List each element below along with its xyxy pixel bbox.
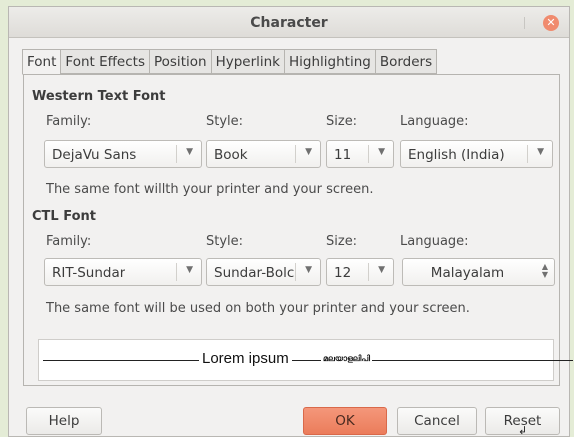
preview-baseline: [43, 360, 573, 361]
chevron-down-icon[interactable]: ▼: [537, 147, 544, 157]
tab-position[interactable]: Position: [149, 49, 212, 74]
ctl-font-note: The same font will be used on both your …: [46, 301, 470, 316]
combo-separator: [295, 263, 296, 281]
chevron-down-icon[interactable]: ▼: [378, 265, 385, 275]
western-language-label: Language:: [400, 114, 469, 129]
tab-hyperlink[interactable]: Hyperlink: [211, 49, 286, 74]
ctl-family-label: Family:: [46, 234, 92, 249]
title-bar[interactable]: Character ✕: [9, 7, 569, 38]
mouse-cursor-icon: ↲: [518, 424, 528, 437]
ctl-language-value: Malayalam: [430, 265, 505, 281]
combo-separator: [527, 145, 528, 163]
western-family-value: DejaVu Sans: [52, 147, 137, 163]
ctl-language-label: Language:: [400, 234, 469, 249]
chevron-down-icon[interactable]: ▼: [186, 147, 193, 157]
tab-bar: Font Font Effects Position Hyperlink Hig…: [22, 49, 438, 75]
ctl-size-label: Size:: [326, 234, 358, 249]
ctl-style-label: Style:: [206, 234, 244, 249]
chevron-down-icon[interactable]: ▼: [305, 147, 312, 157]
chevron-down-icon[interactable]: ▼: [186, 265, 193, 275]
chevron-down-icon[interactable]: ▼: [305, 265, 312, 275]
western-size-label: Size:: [326, 114, 358, 129]
dialog-title: Character: [250, 15, 328, 31]
preview-text: Lorem ipsum: [199, 350, 292, 367]
tab-font-effects[interactable]: Font Effects: [61, 49, 150, 74]
tab-font[interactable]: Font: [22, 49, 62, 75]
ctl-language-combo[interactable]: Malayalam ▲ ▼: [402, 258, 555, 286]
western-family-label: Family:: [46, 114, 92, 129]
ctl-style-combo[interactable]: Sundar-Bolc ▼: [206, 258, 321, 286]
combo-separator: [176, 145, 177, 163]
western-style-label: Style:: [206, 114, 244, 129]
tab-borders[interactable]: Borders: [375, 49, 438, 74]
ctl-family-value: RIT-Sundar: [52, 265, 126, 281]
close-icon[interactable]: ✕: [543, 15, 559, 31]
western-style-value: Book: [214, 147, 248, 163]
western-font-note: The same font willth your printer and yo…: [46, 182, 374, 197]
tab-highlighting[interactable]: Highlighting: [285, 49, 376, 74]
western-language-combo[interactable]: English (India) ▼: [400, 140, 553, 168]
preview-ctl-text: മലയാളലിപി: [321, 354, 372, 364]
combo-separator: [176, 263, 177, 281]
spin-updown-icon[interactable]: ▲ ▼: [542, 263, 548, 279]
western-font-heading: Western Text Font: [32, 89, 166, 104]
combo-separator: [295, 145, 296, 163]
western-size-combo[interactable]: 11 ▼: [326, 140, 394, 168]
ctl-style-value: Sundar-Bolc: [214, 265, 294, 281]
western-language-value: English (India): [408, 147, 505, 163]
character-dialog: Character ✕ Font Font Effects Position H…: [8, 6, 573, 437]
western-style-combo[interactable]: Book ▼: [206, 140, 321, 168]
ctl-font-heading: CTL Font: [32, 209, 96, 224]
help-button[interactable]: Help: [26, 407, 102, 435]
ctl-size-combo[interactable]: 12 ▼: [326, 258, 394, 286]
chevron-down-icon[interactable]: ▼: [378, 147, 385, 157]
cancel-button[interactable]: Cancel: [397, 407, 477, 435]
font-preview: Lorem ipsum മലയാളലിപി: [38, 339, 573, 381]
ok-button[interactable]: OK: [303, 407, 387, 435]
combo-separator: [368, 145, 369, 163]
western-size-value: 11: [334, 147, 352, 163]
ctl-size-value: 12: [334, 265, 352, 281]
ctl-family-combo[interactable]: RIT-Sundar ▼: [44, 258, 202, 286]
combo-separator: [368, 263, 369, 281]
western-family-combo[interactable]: DejaVu Sans ▼: [44, 140, 202, 168]
